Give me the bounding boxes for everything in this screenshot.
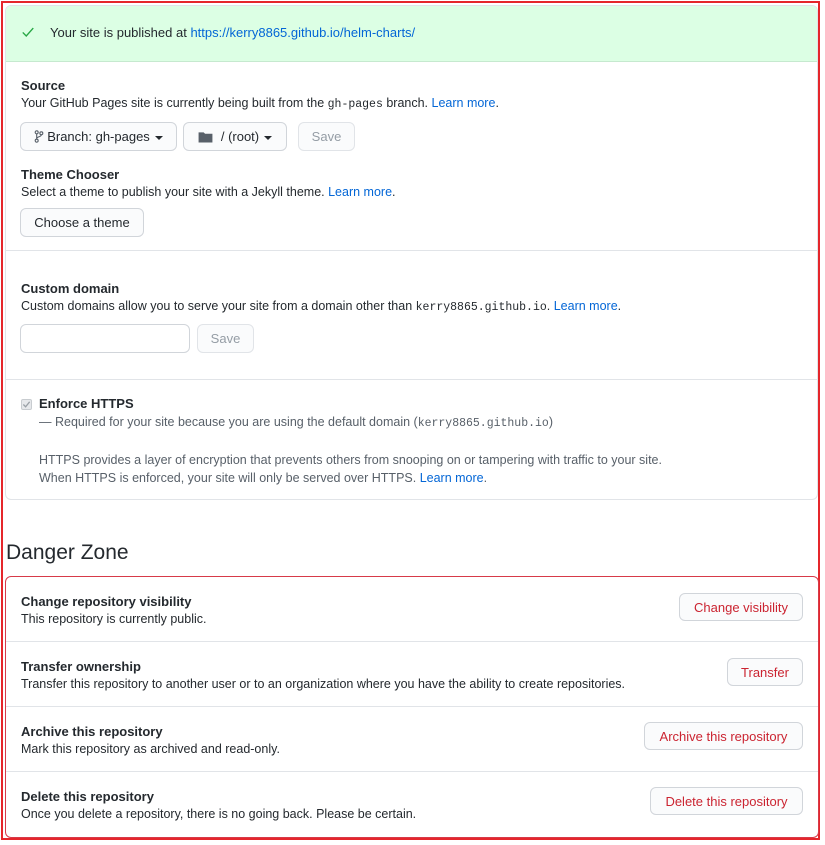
source-learn-more-link[interactable]: Learn more	[432, 96, 496, 110]
published-flash: Your site is published at https://kerry8…	[6, 6, 817, 62]
danger-row-transfer: Transfer ownership Transfer this reposit…	[6, 642, 818, 707]
branch-select-label: Branch: gh-pages	[47, 129, 150, 144]
change-visibility-button[interactable]: Change visibility	[679, 593, 803, 621]
source-branch-code: gh-pages	[327, 98, 383, 111]
https-period: .	[483, 471, 488, 485]
custom-domain-label: Custom domain	[21, 281, 120, 296]
archive-repository-button[interactable]: Archive this repository	[644, 722, 803, 750]
section-divider	[6, 379, 817, 380]
folder-icon	[198, 131, 213, 143]
custom-domain-description: Custom domains allow you to serve your s…	[21, 299, 621, 314]
chevron-down-icon	[154, 135, 163, 140]
choose-theme-button[interactable]: Choose a theme	[20, 208, 144, 237]
custom-domain-input[interactable]	[20, 324, 190, 353]
danger-row-description: This repository is currently public.	[21, 612, 207, 626]
transfer-button[interactable]: Transfer	[727, 658, 803, 686]
danger-row-title: Change repository visibility	[21, 594, 192, 609]
danger-row-description: Mark this repository as archived and rea…	[21, 742, 280, 756]
danger-row-description: Once you delete a repository, there is n…	[21, 807, 417, 821]
https-info-line-1: HTTPS provides a layer of encryption tha…	[39, 453, 662, 467]
https-learn-more-link[interactable]: Learn more	[420, 471, 484, 485]
custom-domain-desc-prefix: Custom domains allow you to serve your s…	[21, 299, 416, 313]
enforce-https-checkbox[interactable]	[21, 399, 32, 410]
https-required-suffix: )	[548, 415, 553, 429]
danger-row-description: Transfer this repository to another user…	[21, 677, 626, 691]
https-required-code: kerry8865.github.io	[417, 417, 549, 430]
custom-domain-learn-more-link[interactable]: Learn more	[554, 299, 618, 313]
danger-row-title: Delete this repository	[21, 789, 154, 804]
danger-row-archive: Archive this repository Mark this reposi…	[6, 707, 818, 772]
https-required-prefix: — Required for your site because you are…	[39, 415, 418, 429]
custom-domain-period: .	[617, 299, 622, 313]
danger-row-title: Archive this repository	[21, 724, 163, 739]
source-desc-prefix: Your GitHub Pages site is currently bein…	[21, 96, 328, 110]
danger-row-visibility: Change repository visibility This reposi…	[6, 577, 818, 642]
folder-select-button[interactable]: / (root)	[183, 122, 287, 151]
theme-desc-text: Select a theme to publish your site with…	[21, 185, 329, 199]
theme-description: Select a theme to publish your site with…	[21, 185, 396, 199]
danger-row-delete: Delete this repository Once you delete a…	[6, 772, 818, 837]
github-pages-panel: Your site is published at https://kerry8…	[5, 5, 818, 500]
source-save-button[interactable]: Save	[298, 122, 355, 151]
https-info-line-2-text: When HTTPS is enforced, your site will o…	[39, 471, 420, 485]
theme-period: .	[392, 185, 396, 199]
delete-repository-button[interactable]: Delete this repository	[650, 787, 803, 815]
danger-row-title: Transfer ownership	[21, 659, 141, 674]
custom-domain-save-button[interactable]: Save	[197, 324, 254, 353]
branch-select-button[interactable]: Branch: gh-pages	[20, 122, 177, 151]
theme-chooser-label: Theme Chooser	[21, 167, 120, 182]
check-icon	[22, 401, 31, 408]
folder-select-label: / (root)	[220, 129, 260, 144]
source-label: Source	[21, 78, 66, 93]
published-prefix: Your site is published at	[50, 25, 191, 40]
danger-zone-panel: Change repository visibility This reposi…	[5, 576, 819, 838]
source-period: .	[495, 96, 499, 110]
https-required-note: — Required for your site because you are…	[39, 415, 553, 430]
source-desc-suffix: branch.	[382, 96, 432, 110]
chevron-down-icon	[264, 135, 273, 140]
section-divider	[6, 250, 817, 251]
https-info-line-2: When HTTPS is enforced, your site will o…	[39, 471, 487, 485]
check-icon	[22, 27, 34, 37]
published-url-link[interactable]: https://kerry8865.github.io/helm-charts/	[190, 25, 415, 40]
source-description: Your GitHub Pages site is currently bein…	[21, 96, 499, 111]
custom-domain-desc-suffix: .	[546, 299, 554, 313]
theme-learn-more-link[interactable]: Learn more	[328, 185, 392, 199]
danger-zone-title: Danger Zone	[6, 541, 129, 564]
published-message: Your site is published at https://kerry8…	[50, 25, 415, 40]
git-branch-icon	[34, 130, 44, 143]
custom-domain-code: kerry8865.github.io	[415, 301, 547, 314]
enforce-https-label: Enforce HTTPS	[39, 396, 134, 411]
